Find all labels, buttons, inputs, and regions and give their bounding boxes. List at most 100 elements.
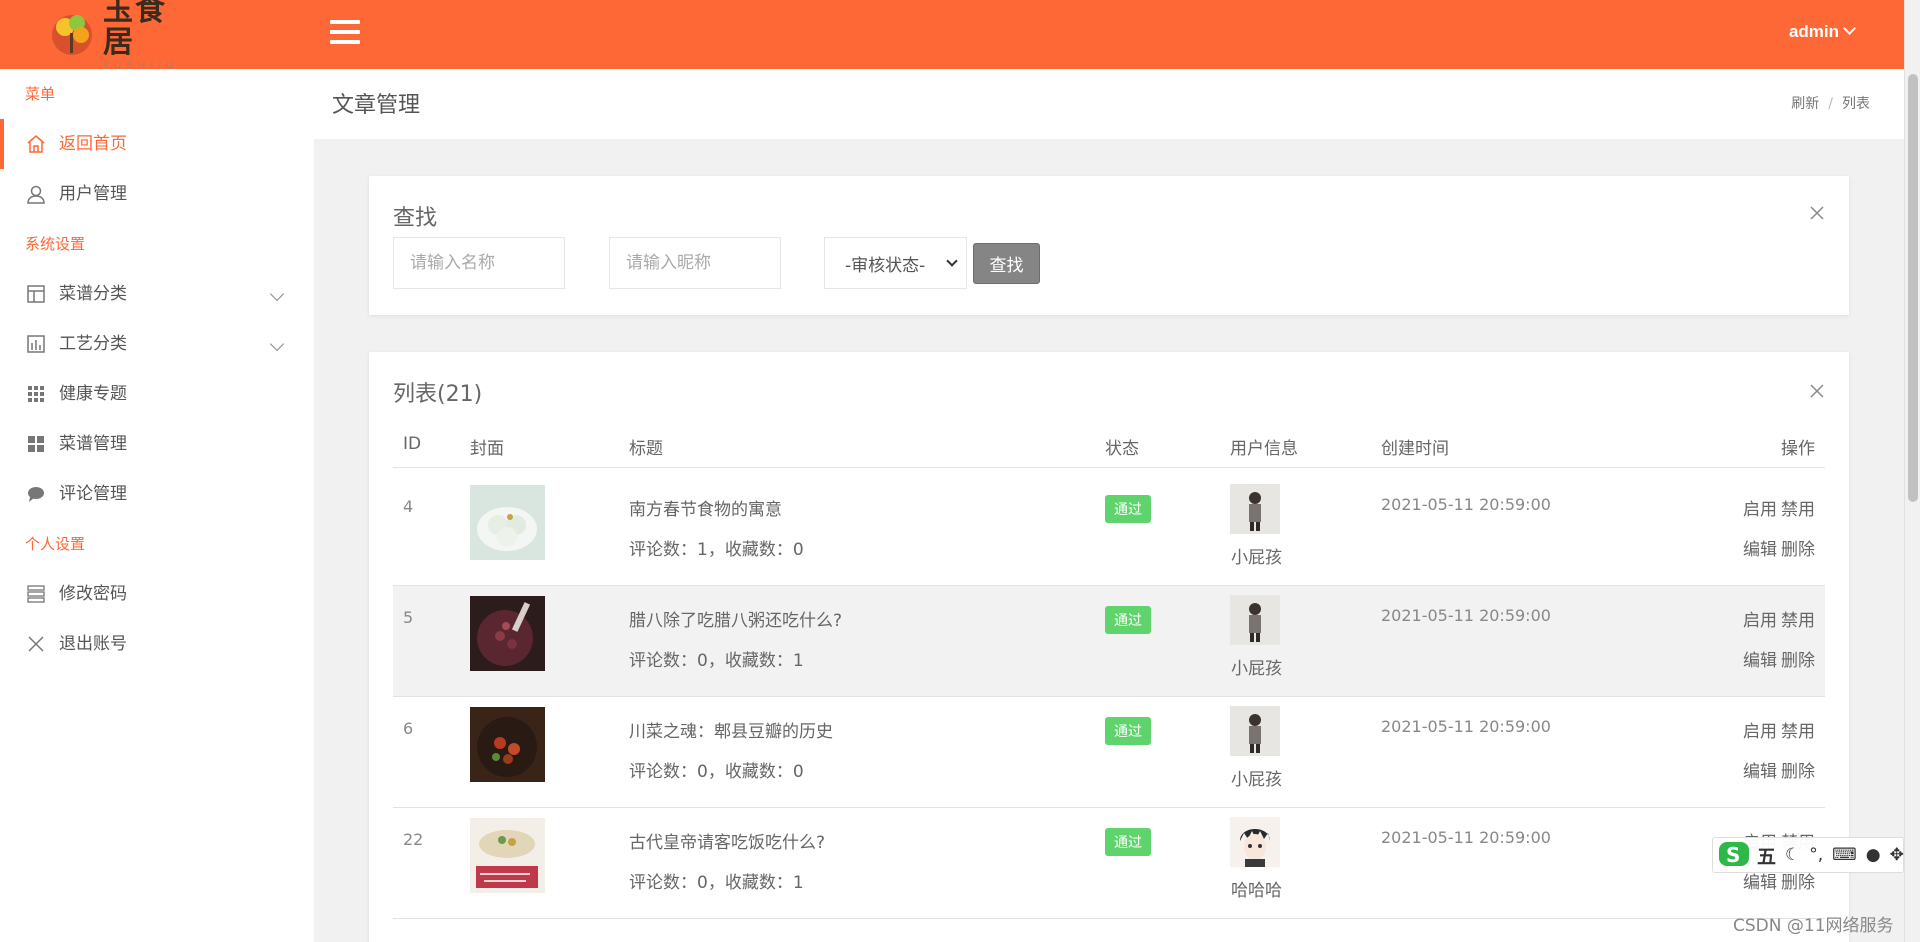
status-badge: 通过 <box>1105 828 1151 856</box>
edit-button[interactable]: 编辑 <box>1743 651 1777 671</box>
table-header: ID 封面 标题 状态 用户信息 创建时间 操作 <box>393 420 1825 468</box>
input-mode[interactable]: 五 <box>1757 842 1776 869</box>
menu-group-title: 系统设置 <box>25 235 86 253</box>
disable-button[interactable]: 禁用 <box>1781 500 1815 520</box>
sidebar-item-health-topics[interactable]: 健康专题 <box>0 369 314 419</box>
apps-icon[interactable]: ✥ <box>1890 845 1904 865</box>
ime-toolbar[interactable]: S 五 ☾ °, ⌨ ● ✥ <box>1712 837 1904 873</box>
cover-image[interactable] <box>470 707 545 782</box>
article-title[interactable]: 川菜之魂：郫县豆瓣的历史 <box>629 717 833 742</box>
article-title[interactable]: 腊八除了吃腊八粥还吃什么? <box>629 606 842 631</box>
disable-button[interactable]: 禁用 <box>1781 722 1815 742</box>
avatar <box>1230 484 1280 534</box>
logo-icon <box>45 9 99 59</box>
article-stats: 评论数：1，收藏数：0 <box>629 540 804 560</box>
scrollbar[interactable] <box>1904 0 1920 942</box>
sidebar-item-recipe-management[interactable]: 菜谱管理 <box>0 419 314 469</box>
delete-button[interactable]: 删除 <box>1781 873 1815 893</box>
cover-image[interactable] <box>470 485 545 560</box>
cover-image[interactable] <box>470 818 545 893</box>
breadcrumb: 刷新 / 列表 <box>1791 96 1870 112</box>
chevron-down-icon[interactable] <box>269 336 285 352</box>
user-icon[interactable]: ● <box>1866 845 1881 865</box>
grid-icon <box>25 383 47 405</box>
row-actions-2: 编辑 删除 <box>1739 535 1815 560</box>
created-time: 2021-05-11 20:59:00 <box>1381 717 1551 736</box>
keyboard-icon[interactable]: ⌨ <box>1832 845 1857 865</box>
delete-button[interactable]: 删除 <box>1781 762 1815 782</box>
sidebar-item-change-password[interactable]: 修改密码 <box>0 569 314 619</box>
enable-button[interactable]: 启用 <box>1743 500 1777 520</box>
logo-text: 玉食居 YUSHIJU <box>103 0 195 73</box>
article-title[interactable]: 南方春节食物的寓意 <box>629 495 782 520</box>
page-title: 文章管理 <box>332 93 421 118</box>
home-icon <box>25 133 47 155</box>
list-panel: 列表(21) ID 封面 标题 状态 用户信息 创建时间 操作 4 南方春节食物… <box>369 352 1849 942</box>
sidebar-item-label: 评论管理 <box>59 484 127 504</box>
menu-group-title: 个人设置 <box>25 535 86 553</box>
disable-button[interactable]: 禁用 <box>1781 611 1815 631</box>
user-name: admin <box>1788 22 1839 41</box>
close-icon[interactable] <box>1809 205 1825 221</box>
row-id: 5 <box>403 608 414 627</box>
user-icon <box>25 183 47 205</box>
chevron-down-icon <box>1843 22 1856 35</box>
row-id: 6 <box>403 719 414 738</box>
enable-button[interactable]: 启用 <box>1743 611 1777 631</box>
breadcrumb-refresh[interactable]: 刷新 <box>1791 96 1819 112</box>
sidebar-item-label: 健康专题 <box>59 384 127 404</box>
sidebar-item-label: 修改密码 <box>59 584 127 604</box>
delete-button[interactable]: 删除 <box>1781 651 1815 671</box>
top-bar: 玉食居 YUSHIJU admin <box>0 0 1904 72</box>
cover-image[interactable] <box>470 596 545 671</box>
punctuation-toggle[interactable]: °, <box>1809 845 1823 865</box>
list-panel-title: 列表(21) <box>393 382 483 407</box>
edit-button[interactable]: 编辑 <box>1743 873 1777 893</box>
column-header-created: 创建时间 <box>1381 439 1449 459</box>
sidebar-item-comments[interactable]: 评论管理 <box>0 469 314 519</box>
sidebar-item-home[interactable]: 返回首页 <box>0 119 314 169</box>
column-header-actions: 操作 <box>1781 439 1815 459</box>
comment-icon <box>25 483 47 505</box>
sidebar-item-users[interactable]: 用户管理 <box>0 169 314 219</box>
user-menu[interactable]: admin <box>1788 22 1856 42</box>
edit-button[interactable]: 编辑 <box>1743 762 1777 782</box>
search-button[interactable]: 查找 <box>973 243 1040 284</box>
avatar <box>1230 817 1280 867</box>
menu-group-title: 菜单 <box>25 85 56 103</box>
avatar <box>1230 595 1280 645</box>
user-name: 小屁孩 <box>1231 548 1282 568</box>
sidebar-item-label: 工艺分类 <box>59 334 127 354</box>
scrollbar-thumb[interactable] <box>1908 74 1918 502</box>
user-name: 小屁孩 <box>1231 659 1282 679</box>
moon-icon[interactable]: ☾ <box>1785 845 1800 865</box>
table-row: 4 南方春节食物的寓意 评论数：1，收藏数：0 通过 小屁孩 2021-05-1… <box>393 475 1825 586</box>
enable-button[interactable]: 启用 <box>1743 722 1777 742</box>
brand-logo[interactable]: 玉食居 YUSHIJU <box>45 0 195 72</box>
menu-toggle-icon[interactable] <box>330 20 360 46</box>
created-time: 2021-05-11 20:59:00 <box>1381 495 1551 514</box>
name-search-input[interactable] <box>393 237 565 289</box>
page-header: 文章管理 刷新 / 列表 <box>314 69 1904 139</box>
nickname-search-input[interactable] <box>609 237 781 289</box>
chevron-down-icon[interactable] <box>269 286 285 302</box>
created-time: 2021-05-11 20:59:00 <box>1381 606 1551 625</box>
chevron-down-icon <box>946 255 958 267</box>
edit-button[interactable]: 编辑 <box>1743 540 1777 560</box>
sidebar-item-recipe-category[interactable]: 菜谱分类 <box>0 269 314 319</box>
status-badge: 通过 <box>1105 606 1151 634</box>
svg-text:S: S <box>1726 843 1740 867</box>
row-id: 4 <box>403 497 414 516</box>
row-actions-2: 编辑 删除 <box>1739 757 1815 782</box>
created-time: 2021-05-11 20:59:00 <box>1381 828 1551 847</box>
row-actions-2: 编辑 删除 <box>1739 646 1815 671</box>
article-stats: 评论数：0，收藏数：1 <box>629 651 804 671</box>
column-header-cover: 封面 <box>470 439 504 459</box>
article-stats: 评论数：0，收藏数：1 <box>629 873 804 893</box>
sidebar-item-craft-category[interactable]: 工艺分类 <box>0 319 314 369</box>
article-title[interactable]: 古代皇帝请客吃饭吃什么? <box>629 828 825 853</box>
review-status-select[interactable]: -审核状态- <box>824 237 967 289</box>
delete-button[interactable]: 删除 <box>1781 540 1815 560</box>
close-icon[interactable] <box>1809 383 1825 399</box>
sidebar-item-logout[interactable]: 退出账号 <box>0 619 314 669</box>
